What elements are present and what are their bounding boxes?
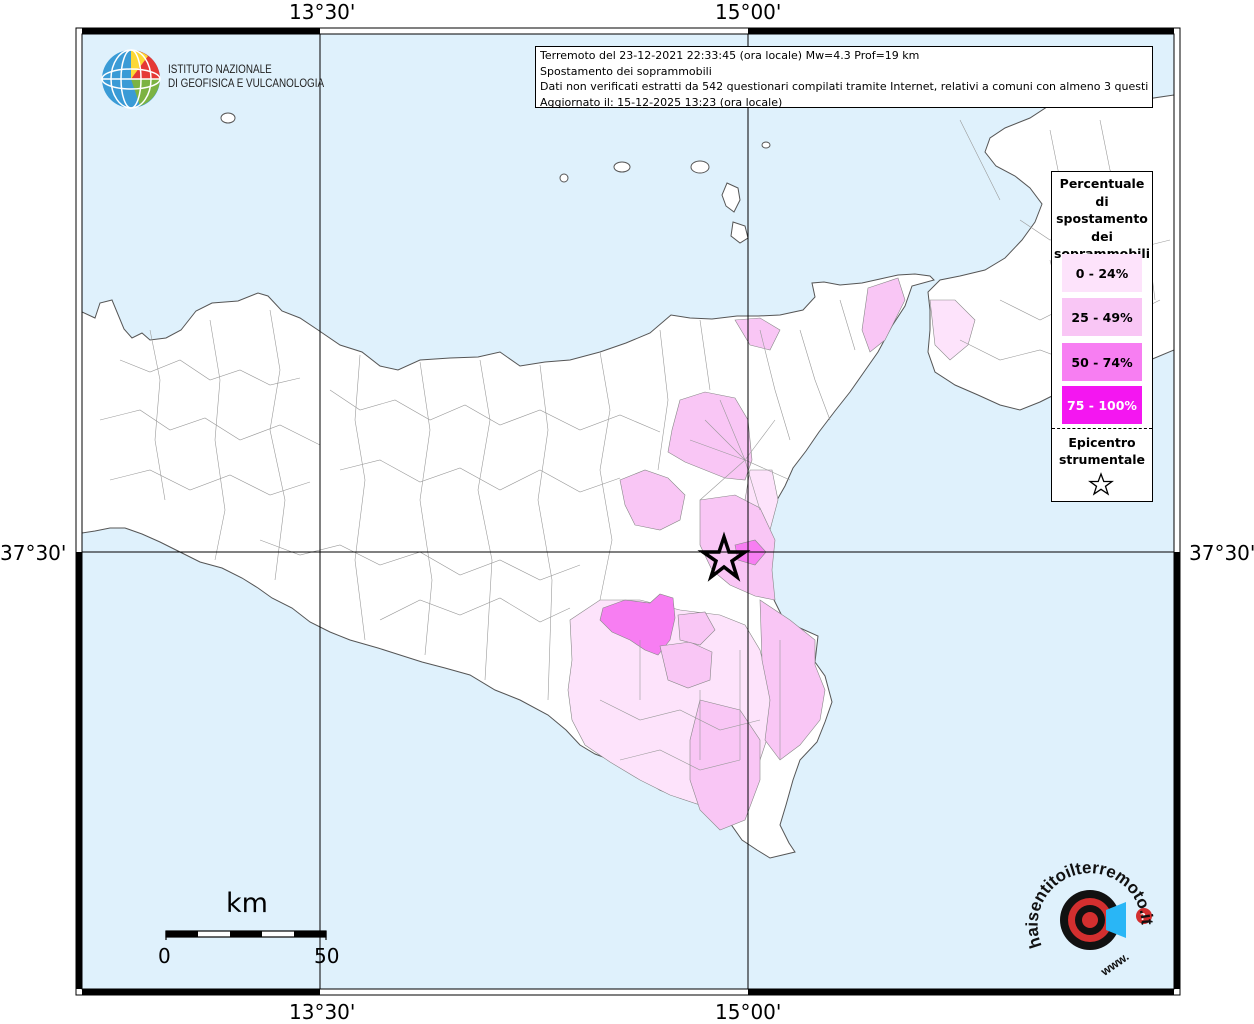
- island-ustica: [220, 112, 236, 124]
- island-salina: [690, 160, 710, 174]
- legend-epicenter-line: Epicentro: [1068, 435, 1136, 450]
- info-data-note: Dati non verificati estratti da 542 ques…: [540, 80, 1148, 93]
- hsit-badge-logo[interactable]: ? haisentitoilterremoto.it www.: [1022, 858, 1162, 978]
- lon-label-top-1500: 15°00': [715, 0, 782, 24]
- legend-epicenter-label: Epicentro strumentale: [1052, 434, 1152, 468]
- badge-prefix-text: www.: [1097, 949, 1131, 978]
- institute-name: ISTITUTO NAZIONALE DI GEOFISICA E VULCAN…: [168, 63, 324, 91]
- epicenter-star-icon: [1088, 472, 1114, 496]
- info-event: Terremoto del 23-12-2021 22:33:45 (ora l…: [540, 49, 920, 62]
- legend-title-line: spostamento: [1056, 211, 1148, 226]
- legend: Percentuale di spostamento dei soprammob…: [1051, 171, 1153, 502]
- ingv-globe-icon: [101, 49, 161, 109]
- island-filicudi: [613, 161, 631, 173]
- scale-max-label: 50: [314, 944, 340, 968]
- institute-line-2: DI GEOFISICA E VULCANOLOGIA: [168, 78, 325, 90]
- lon-label-top-1330: 13°30': [289, 0, 356, 24]
- legend-title-line: Percentuale: [1059, 176, 1145, 191]
- legend-class-50-74: 50 - 74%: [1062, 343, 1142, 381]
- institute-line-1: ISTITUTO NAZIONALE: [168, 64, 272, 76]
- lon-label-bottom-1330: 13°30': [289, 1000, 356, 1024]
- legend-class-25-49: 25 - 49%: [1062, 298, 1142, 336]
- legend-class-0-24: 0 - 24%: [1062, 254, 1142, 292]
- info-updated: Aggiornato il: 15-12-2025 13:23 (ora loc…: [540, 95, 783, 109]
- lon-label-bottom-1500: 15°00': [715, 1000, 782, 1024]
- info-parameter: Spostamento dei soprammobili: [540, 64, 712, 78]
- lat-label-left-3730: 37°30': [0, 541, 67, 565]
- legend-epicenter-line: strumentale: [1058, 452, 1146, 467]
- legend-class-75-100: 75 - 100%: [1062, 386, 1142, 424]
- scale-min-label: 0: [158, 944, 171, 968]
- legend-title-line: dei: [1091, 228, 1113, 244]
- legend-title: Percentuale di spostamento dei soprammob…: [1052, 175, 1152, 263]
- earthquake-info-box: Terremoto del 23-12-2021 22:33:45 (ora l…: [535, 46, 1153, 109]
- legend-title-line: di: [1095, 193, 1109, 209]
- lat-label-right-3730: 37°30': [1189, 541, 1254, 565]
- legend-separator: [1052, 428, 1152, 429]
- scale-unit-label: km: [226, 888, 268, 919]
- island-panarea: [761, 141, 771, 149]
- island-alicudi: [559, 173, 569, 183]
